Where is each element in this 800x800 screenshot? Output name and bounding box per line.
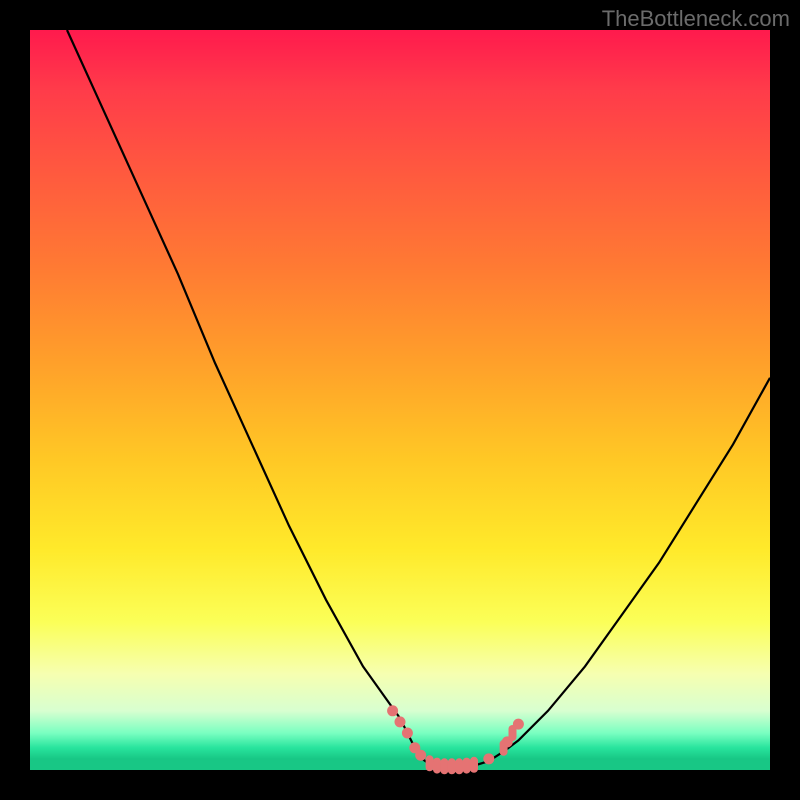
watermark-text: TheBottleneck.com <box>602 6 790 32</box>
marker-pill <box>448 758 456 774</box>
marker-dot <box>402 728 413 739</box>
marker-dot <box>483 753 494 764</box>
marker-pill <box>426 755 434 771</box>
valley-markers <box>387 705 524 774</box>
plot-area <box>30 30 770 770</box>
chart-frame: TheBottleneck.com <box>0 0 800 800</box>
marker-dot <box>513 719 524 730</box>
marker-pill <box>455 758 463 774</box>
chart-svg <box>30 30 770 770</box>
marker-pill <box>470 757 478 773</box>
marker-dot <box>395 716 406 727</box>
marker-dot <box>387 705 398 716</box>
bottleneck-curve <box>67 30 770 766</box>
marker-pill <box>463 758 471 774</box>
marker-dot <box>415 750 426 761</box>
marker-pill <box>433 758 441 774</box>
marker-pill <box>440 758 448 774</box>
